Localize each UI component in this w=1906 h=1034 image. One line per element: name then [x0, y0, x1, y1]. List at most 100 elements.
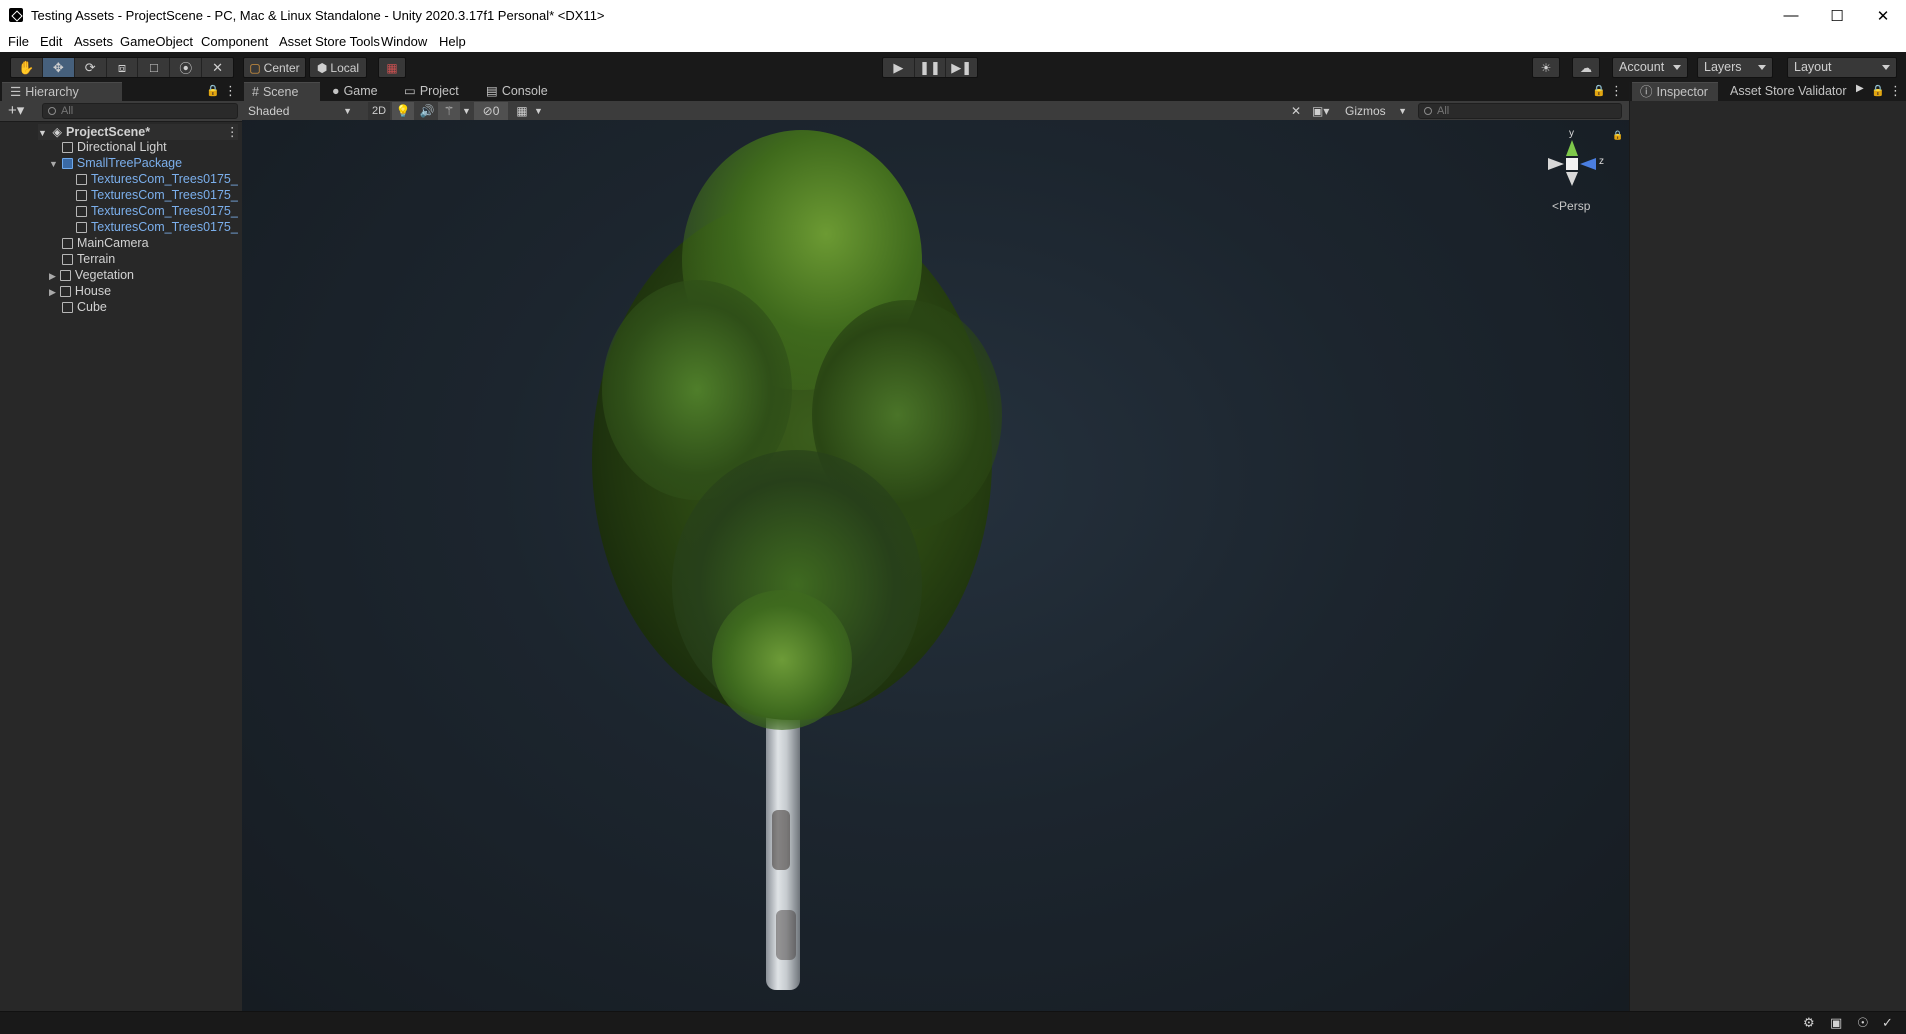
maximize-button[interactable]: ☐	[1814, 0, 1860, 31]
gameobject-icon	[59, 270, 71, 281]
lighting-status-icon[interactable]: ☉	[1857, 1015, 1869, 1031]
shading-mode-dropdown[interactable]: Shaded ▼	[248, 102, 352, 120]
move-tool-icon[interactable]: ✥	[42, 58, 75, 77]
tab-asset-store-validator[interactable]: Asset Store Validator	[1722, 82, 1854, 101]
scale-tool-icon[interactable]: ⧈	[107, 58, 139, 77]
scene-viewport[interactable]: y z 🔒 <Persp	[242, 120, 1629, 1011]
gameobject-icon	[62, 302, 73, 313]
menu-edit[interactable]: Edit	[40, 34, 62, 49]
grid-toggle-icon[interactable]: ▦	[512, 102, 532, 120]
prefab-icon	[61, 158, 73, 169]
lock-icon[interactable]: 🔒	[206, 84, 220, 97]
hierarchy-search-input[interactable]: All	[42, 103, 238, 119]
status-bar: ⚙ ▣ ☉ ✓	[0, 1011, 1906, 1034]
gizmos-dropdown[interactable]: Gizmos ▼	[1345, 102, 1407, 120]
lock-icon[interactable]: 🔒	[1592, 84, 1606, 97]
menu-assets[interactable]: Assets	[74, 34, 113, 49]
account-dropdown[interactable]: Account	[1612, 57, 1688, 78]
unity-logo-icon	[9, 8, 23, 22]
scene-search-input[interactable]: All	[1418, 103, 1622, 119]
gizmo-lock-icon[interactable]: 🔒	[1612, 130, 1623, 141]
scene-toolbar: Shaded ▼ 2D 💡 🔊 ⚚ ▼ ⊘0 ▦ ▼ ✕ ▣▾ Gizmos ▼ A…	[242, 101, 1629, 122]
toggle-2d-button[interactable]: 2D	[368, 102, 390, 120]
chevron-down-icon[interactable]: ▼	[462, 102, 472, 120]
expand-arrow-icon: ▶	[49, 271, 56, 281]
pivot-icon: ▢	[249, 60, 261, 75]
list-item[interactable]: Directional Light	[62, 139, 167, 155]
orientation-gizmo[interactable]: y z 🔒 <Persp	[1542, 128, 1623, 220]
more-menu-icon[interactable]: ⋮	[226, 124, 239, 140]
progress-check-icon[interactable]: ✓	[1882, 1015, 1893, 1031]
effects-icon[interactable]: ⚚	[438, 102, 460, 120]
chevron-down-icon	[1673, 65, 1681, 70]
list-item[interactable]: TexturesCom_Trees0175_	[76, 203, 238, 219]
tab-console[interactable]: ▤ Console	[478, 82, 558, 101]
chevron-down-icon	[1758, 65, 1766, 70]
pivot-center-button[interactable]: ▢ Center	[243, 57, 306, 78]
audio-icon[interactable]: 🔊	[416, 102, 438, 120]
menu-asset-store-tools[interactable]: Asset Store Tools	[279, 34, 380, 49]
more-menu-icon[interactable]: ⋮	[1610, 83, 1623, 99]
services-button[interactable]: ☀	[1532, 57, 1560, 78]
list-item[interactable]: ▶ House	[49, 283, 111, 299]
pause-button[interactable]: ❚❚	[915, 58, 947, 77]
lighting-icon[interactable]: 💡	[392, 102, 414, 120]
list-item[interactable]: TexturesCom_Trees0175_	[76, 171, 238, 187]
list-item[interactable]: ▶ Vegetation	[49, 267, 134, 283]
tab-scene[interactable]: # Scene	[244, 82, 320, 101]
play-button[interactable]: ▶	[883, 58, 915, 77]
list-item[interactable]: TexturesCom_Trees0175_	[76, 219, 238, 235]
list-item[interactable]: MainCamera	[62, 235, 149, 251]
projection-toggle[interactable]: <Persp	[1552, 199, 1590, 213]
gameobject-icon	[62, 238, 73, 249]
close-button[interactable]: ✕	[1860, 0, 1906, 31]
tab-inspector[interactable]: ⓘ Inspector	[1632, 82, 1718, 101]
hierarchy-panel: ☰ Hierarchy 🔒 ⋮ +▾ All ▼ ◈ ProjectScene* ⋮…	[0, 82, 242, 1011]
chevron-down-icon[interactable]: ▼	[534, 102, 544, 120]
more-menu-icon[interactable]: ⋮	[1889, 83, 1902, 99]
cache-icon[interactable]: ▣	[1830, 1015, 1842, 1031]
cube-icon: ⬢	[316, 60, 328, 75]
grid-snap-button[interactable]: ▦	[378, 57, 406, 78]
tab-project[interactable]: ▭ Project	[396, 82, 476, 101]
chevron-right-icon[interactable]: ▶	[1856, 83, 1864, 94]
search-icon	[48, 107, 56, 115]
layout-dropdown[interactable]: Layout	[1787, 57, 1897, 78]
minimize-button[interactable]: —	[1768, 0, 1814, 31]
rect-tool-icon[interactable]: □	[138, 58, 171, 77]
menu-window[interactable]: Window	[381, 34, 427, 49]
scene-root[interactable]: ▼ ◈ ProjectScene* ⋮	[38, 124, 239, 140]
menu-component[interactable]: Component	[201, 34, 268, 49]
hierarchy-tree: ▼ ◈ ProjectScene* ⋮ Directional Light ▼ Sm…	[0, 121, 242, 1011]
add-icon[interactable]: +▾	[8, 101, 24, 119]
gameobject-icon	[76, 222, 87, 233]
chevron-down-icon: ▼	[1398, 106, 1407, 116]
step-button[interactable]: ▶❚	[946, 58, 977, 77]
pivot-space-button[interactable]: ⬢ Local	[309, 57, 367, 78]
camera-icon[interactable]: ▣▾	[1312, 102, 1340, 120]
more-menu-icon[interactable]: ⋮	[224, 83, 237, 99]
transform-tool-icon[interactable]: ⦿	[170, 58, 203, 77]
main-toolbar: ✋ ✥ ⟳ ⧈ □ ⦿ ✕ ▢ Center ⬢ Local ▦ ▶ ❚❚ ▶❚…	[0, 52, 1906, 82]
cloud-button[interactable]: ☁	[1572, 57, 1600, 78]
list-item[interactable]: TexturesCom_Trees0175_	[76, 187, 238, 203]
hidden-objects-toggle[interactable]: ⊘0	[474, 102, 508, 120]
gizmo-neg-y-axis-icon	[1566, 172, 1578, 186]
menu-help[interactable]: Help	[439, 34, 466, 49]
list-item[interactable]: Terrain	[62, 251, 115, 267]
list-item[interactable]: ▼ SmallTreePackage	[49, 155, 182, 171]
menu-gameobject[interactable]: GameObject	[120, 34, 193, 49]
menu-file[interactable]: File	[8, 34, 29, 49]
rotate-tool-icon[interactable]: ⟳	[75, 58, 107, 77]
layers-dropdown[interactable]: Layers	[1697, 57, 1773, 78]
gizmo-y-label: y	[1569, 128, 1574, 139]
lock-icon[interactable]: 🔒	[1871, 84, 1885, 97]
tab-hierarchy[interactable]: ☰ Hierarchy	[2, 82, 122, 101]
tools-icon[interactable]: ✕	[1286, 102, 1306, 120]
list-item[interactable]: Cube	[62, 299, 107, 315]
bug-icon[interactable]: ⚙	[1803, 1015, 1815, 1031]
tab-game[interactable]: ● Game	[324, 82, 394, 101]
gameobject-icon	[76, 206, 87, 217]
custom-tool-icon[interactable]: ✕	[202, 58, 233, 77]
hand-tool-icon[interactable]: ✋	[11, 58, 43, 77]
